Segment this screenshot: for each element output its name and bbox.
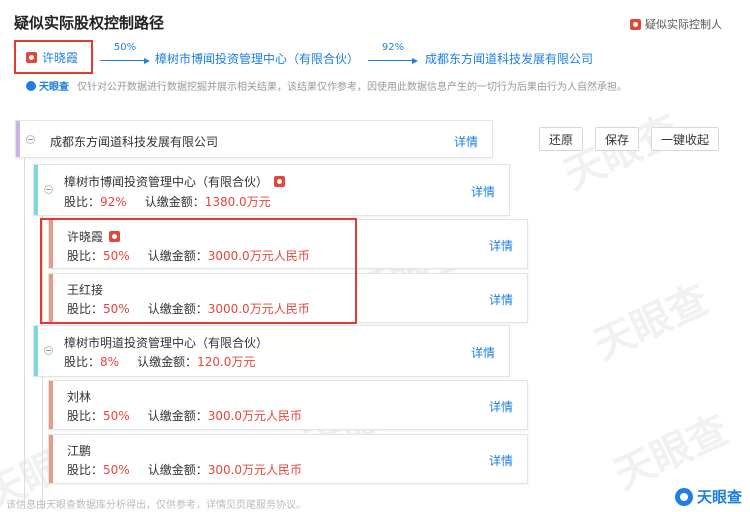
amount-label: 认缴金额：	[147, 409, 208, 423]
path-node-link[interactable]: 樟树市博闻投资管理中心（有限合伙）	[155, 50, 359, 67]
shareholder-name: 江鹏	[67, 442, 91, 459]
ratio-label: 股比：	[67, 463, 104, 477]
ratio-value: 92%	[100, 195, 127, 209]
brand-mini-logo: 天眼查	[26, 78, 69, 93]
ratio-label: 股比：	[64, 195, 101, 209]
company-name: 成都东方闻道科技发展有限公司	[50, 135, 219, 149]
brand-icon	[674, 487, 693, 506]
path-arrow-percent: 92%	[381, 42, 405, 53]
save-button[interactable]: 保存	[595, 127, 639, 151]
disclaimer: 天眼查 仅针对公开数据进行数据挖掘并展示相关结果，该结果仅作参考，因使用此数据信…	[26, 78, 627, 93]
brand-mini-text: 天眼查	[39, 82, 69, 93]
page-title: 疑似实际股权控制路径	[14, 14, 165, 32]
collapse-toggle-icon[interactable]	[26, 135, 35, 144]
ratio-value: 8%	[100, 355, 120, 369]
path-start-node[interactable]: 许晓霞	[14, 40, 93, 74]
shareholder-card[interactable]: 刘林 股比：50% 认缴金额：300.0万元人民币 详情	[48, 380, 528, 430]
detail-link[interactable]: 详情	[471, 344, 495, 361]
amount-value: 120.0万元	[197, 355, 256, 369]
restore-button[interactable]: 还原	[539, 127, 583, 151]
ratio-label: 股比：	[67, 409, 104, 423]
brand-name: 天眼查	[696, 488, 742, 506]
detail-link[interactable]: 详情	[454, 133, 478, 150]
controller-icon	[26, 51, 37, 63]
shareholder-stats: 股比：50% 认缴金额：300.0万元人民币	[67, 461, 302, 478]
collapse-all-button[interactable]: 一键收起	[651, 127, 719, 151]
amount-value: 1380.0万元	[204, 195, 271, 209]
shareholder-name-text: 江鹏	[67, 444, 92, 458]
path-arrow: 50%	[100, 42, 150, 64]
collapse-toggle-icon[interactable]	[44, 346, 53, 355]
detail-link[interactable]: 详情	[489, 398, 513, 415]
shareholder-name-text: 樟树市博闻投资管理中心（有限合伙）	[64, 175, 269, 189]
path-arrow-percent: 50%	[113, 42, 137, 53]
detail-link[interactable]: 详情	[471, 183, 495, 200]
controller-icon	[630, 18, 641, 30]
legend-label: 疑似实际控制人	[645, 18, 722, 31]
shareholder-card[interactable]: 樟树市明道投资管理中心（有限合伙） 股比：8% 认缴金额：120.0万元 详情	[33, 325, 510, 377]
amount-value: 300.0万元人民币	[207, 409, 303, 423]
ratio-value: 50%	[103, 463, 130, 477]
path-node-link[interactable]: 成都东方闻道科技发展有限公司	[425, 50, 593, 67]
shareholder-card[interactable]: 樟树市博闻投资管理中心（有限合伙） 股比：92% 认缴金额：1380.0万元 详情	[33, 164, 510, 216]
shareholder-stats: 股比：50% 认缴金额：300.0万元人民币	[67, 407, 302, 424]
footer-note: 该信息由天眼查数据库分析得出，仅供参考，详情见页尾服务协议。	[6, 500, 306, 511]
shareholder-stats: 股比：92% 认缴金额：1380.0万元	[64, 193, 271, 210]
path-arrow: 92%	[368, 42, 418, 64]
control-path: 许晓霞 50% 樟树市博闻投资管理中心（有限合伙） 92% 成都东方闻道科技发展…	[14, 40, 734, 74]
arrow-right-icon	[412, 58, 418, 64]
arrow-right-icon	[144, 58, 150, 64]
shareholder-card[interactable]: 江鹏 股比：50% 认缴金额：300.0万元人民币 详情	[48, 434, 528, 484]
shareholder-stats: 股比：8% 认缴金额：120.0万元	[64, 353, 255, 370]
brand-logo: 天眼查	[674, 486, 742, 507]
legend: 疑似实际控制人	[630, 16, 722, 32]
shareholder-name: 樟树市明道投资管理中心（有限合伙）	[64, 334, 268, 351]
detail-link[interactable]: 详情	[489, 291, 513, 308]
shareholder-name-text: 樟树市明道投资管理中心（有限合伙）	[64, 336, 269, 350]
tree-connector	[42, 375, 43, 510]
shareholder-name: 樟树市博闻投资管理中心（有限合伙）	[64, 173, 286, 190]
detail-link[interactable]: 详情	[489, 452, 513, 469]
amount-label: 认缴金额：	[137, 355, 198, 369]
controller-icon	[274, 176, 286, 187]
amount-label: 认缴金额：	[147, 463, 208, 477]
detail-link[interactable]: 详情	[489, 237, 513, 254]
path-start-name: 许晓霞	[42, 50, 79, 65]
collapse-toggle-icon[interactable]	[44, 185, 53, 194]
watermark: 天眼查	[587, 276, 716, 369]
amount-value: 300.0万元人民币	[207, 463, 303, 477]
shareholder-name: 刘林	[67, 388, 91, 405]
ratio-value: 50%	[103, 409, 130, 423]
controller-highlight-frame	[40, 218, 357, 324]
shareholder-name-text: 刘林	[67, 390, 92, 404]
amount-label: 认缴金额：	[144, 195, 205, 209]
disclaimer-text: 仅针对公开数据进行数据挖掘并展示相关结果，该结果仅作参考，因使用此数据信息产生的…	[77, 82, 627, 93]
brand-icon	[26, 80, 36, 91]
tree-root-card[interactable]: 成都东方闻道科技发展有限公司 详情	[15, 120, 493, 158]
ratio-label: 股比：	[64, 355, 101, 369]
tree-connector	[24, 157, 25, 507]
